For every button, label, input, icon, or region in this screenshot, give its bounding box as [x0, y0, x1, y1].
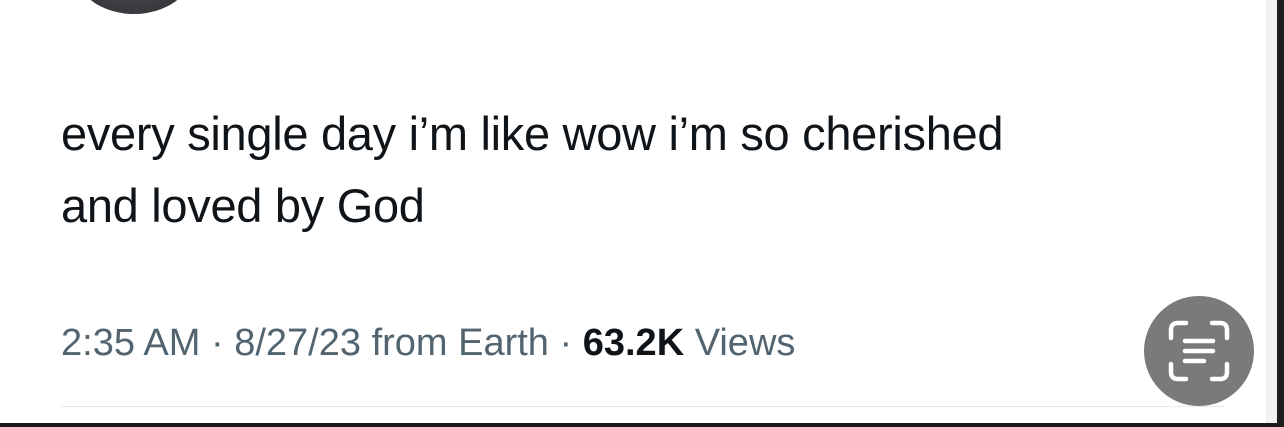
tweet-source: from Earth [371, 322, 549, 364]
separator-dot: · [210, 322, 224, 364]
live-text-button[interactable] [1144, 296, 1254, 406]
avatar[interactable] [76, 0, 192, 14]
separator-dot: · [559, 322, 573, 364]
tweet-metadata: 2:35 AM · 8/27/23 from Earth · 63.2K Vie… [61, 318, 795, 368]
views-count[interactable]: 63.2K [583, 322, 684, 364]
live-text-icon [1168, 320, 1230, 382]
views-label[interactable]: Views [695, 322, 796, 364]
tweet-time[interactable]: 2:35 AM [61, 322, 200, 364]
tweet-text-line-2: and loved by God [61, 179, 425, 232]
tweet-detail-screen: every single day i’m like wow i’m so che… [0, 0, 1284, 427]
tweet-text: every single day i’m like wow i’m so che… [61, 98, 1191, 242]
tweet-date[interactable]: 8/27/23 [234, 322, 361, 364]
screen-edge-right [1266, 0, 1284, 427]
divider [61, 406, 1224, 407]
tweet-text-line-1: every single day i’m like wow i’m so che… [61, 107, 1004, 160]
screen-edge-bottom [0, 423, 1284, 427]
